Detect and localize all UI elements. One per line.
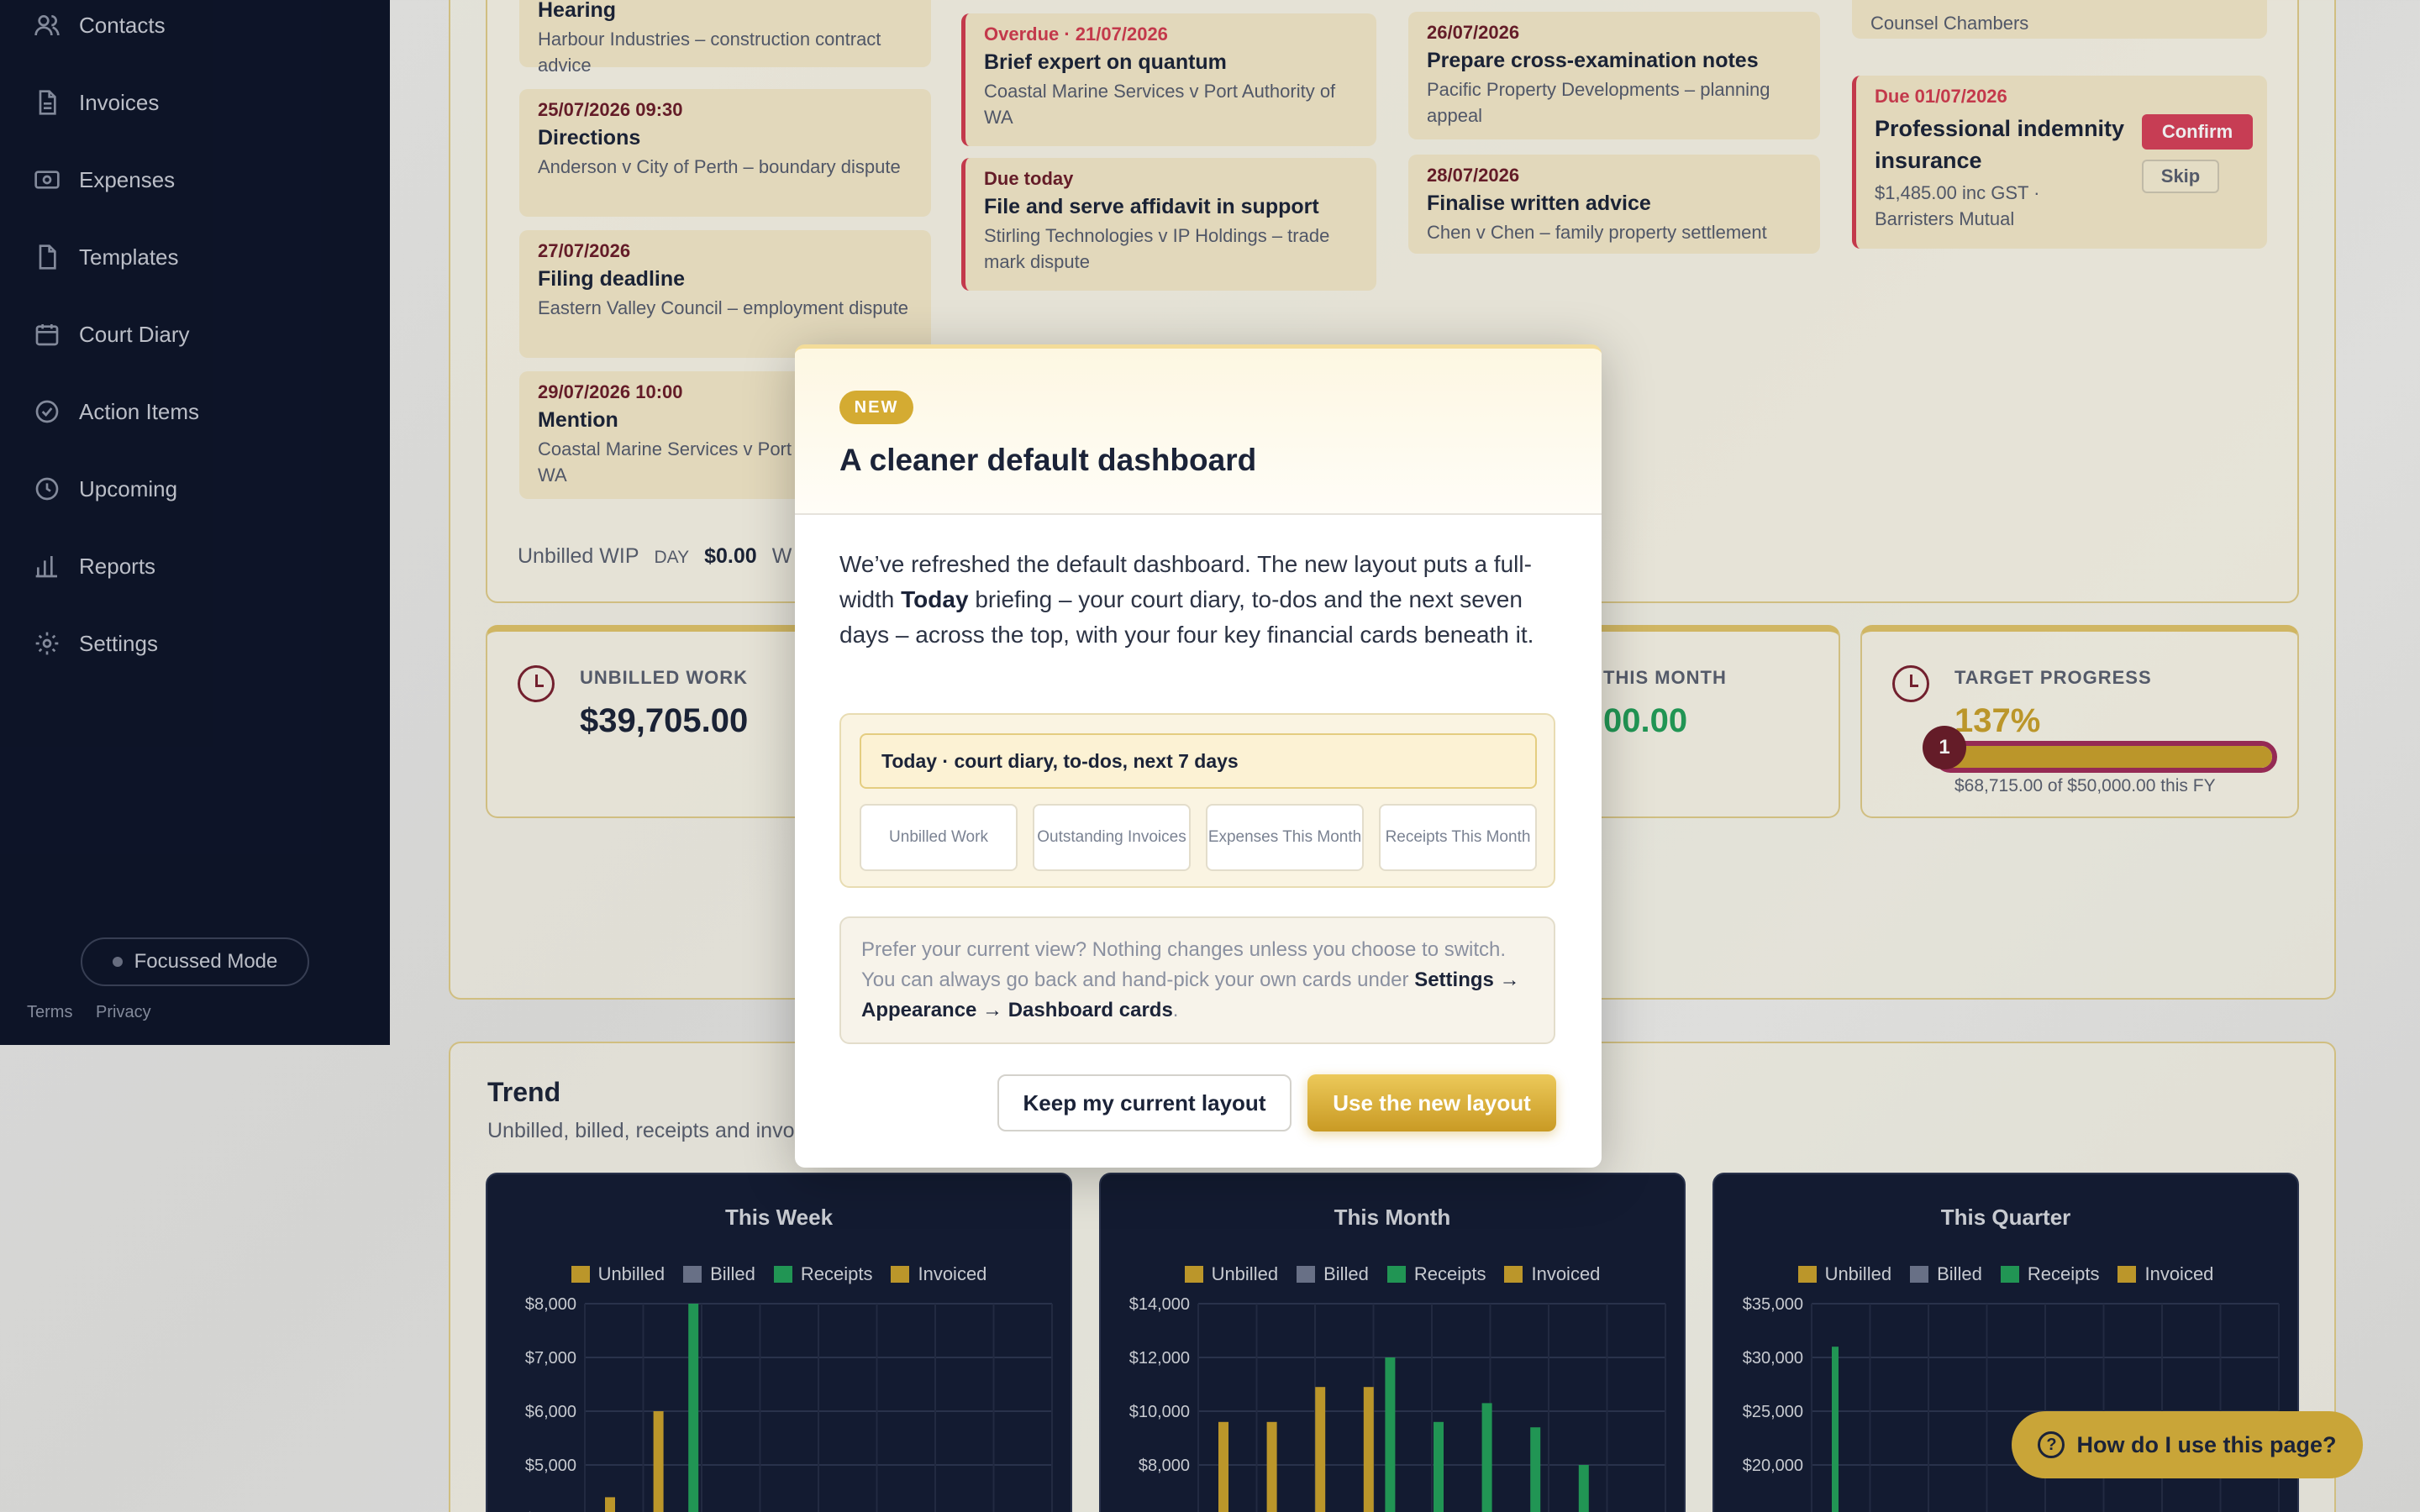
help-label: How do I use this page? [2076,1431,2337,1457]
body-bold: Today [901,586,969,612]
preview-today-bar: Today · court diary, to-dos, next 7 days [860,733,1537,789]
use-new-layout-button[interactable]: Use the new layout [1307,1074,1556,1131]
modal-title: A cleaner default dashboard [839,443,1257,477]
preview-card: Receipts This Month [1379,804,1537,871]
note-text: . [1172,999,1179,1021]
preview-card: Outstanding Invoices [1033,804,1191,871]
modal-body-text: We’ve refreshed the default dashboard. T… [839,547,1562,653]
preview-card: Expenses This Month [1206,804,1364,871]
keep-current-layout-button[interactable]: Keep my current layout [997,1074,1292,1131]
note-text: Prefer your current view? Nothing change… [861,938,1507,991]
preview-card: Unbilled Work [860,804,1018,871]
modal-header: NEW A cleaner default dashboard [795,349,1602,515]
new-dashboard-modal: NEW A cleaner default dashboard We’ve re… [795,344,1602,1168]
modal-note: Prefer your current view? Nothing change… [839,916,1555,1044]
layout-preview: Today · court diary, to-dos, next 7 days… [839,713,1555,888]
help-button[interactable]: ? How do I use this page? [2012,1411,2363,1478]
new-badge: NEW [839,391,913,424]
question-icon: ? [2038,1431,2065,1458]
